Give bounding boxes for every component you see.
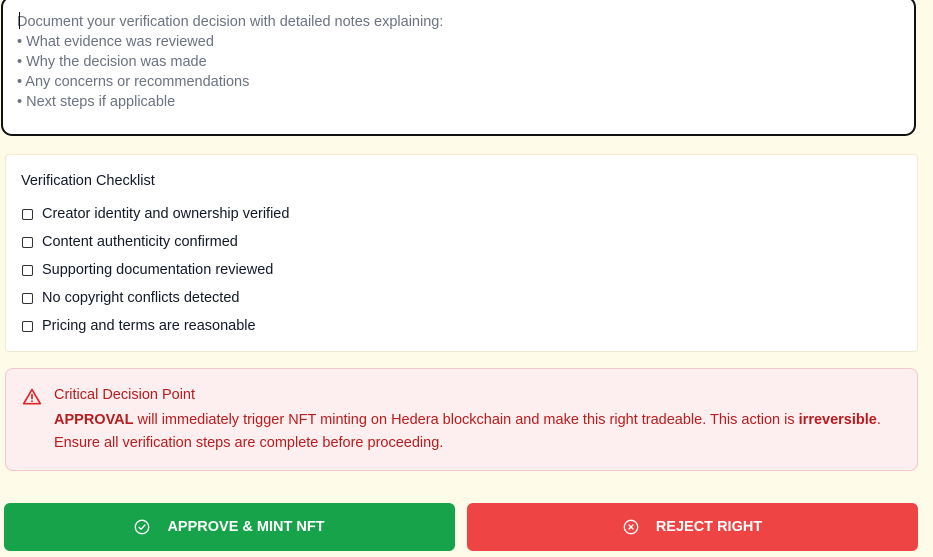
checklist-item-copyright[interactable]: No copyright conflicts detected xyxy=(22,290,239,306)
checklist-item-pricing[interactable]: Pricing and terms are reasonable xyxy=(22,318,256,334)
approve-mint-nft-button[interactable]: APPROVE & MINT NFT xyxy=(4,503,455,551)
approve-button-label: APPROVE & MINT NFT xyxy=(167,519,325,535)
verification-checklist: Verification Checklist Creator identity … xyxy=(5,154,918,352)
alert-text-part-1: will immediately trigger NFT minting on … xyxy=(133,412,799,428)
checkbox[interactable] xyxy=(22,320,33,332)
reject-button-label: REJECT RIGHT xyxy=(655,519,763,535)
critical-decision-alert: Critical Decision Point APPROVAL will im… xyxy=(5,368,918,471)
decision-notes-textarea[interactable] xyxy=(17,12,897,128)
text-cursor xyxy=(19,12,20,29)
x-circle-icon xyxy=(623,519,639,535)
check-circle-icon xyxy=(135,519,150,535)
checklist-item-authenticity[interactable]: Content authenticity confirmed xyxy=(22,234,238,250)
alert-title: Critical Decision Point xyxy=(54,387,196,403)
checklist-title: Verification Checklist xyxy=(21,173,155,189)
checklist-item-documentation[interactable]: Supporting documentation reviewed xyxy=(22,262,273,278)
checklist-item-label: Content authenticity confirmed xyxy=(42,234,238,250)
checklist-item-label: No copyright conflicts detected xyxy=(42,290,240,306)
alert-bold-irreversible: irreversible xyxy=(798,412,877,428)
checkbox[interactable] xyxy=(22,292,33,304)
alert-bold-approval: APPROVAL xyxy=(54,412,134,428)
alert-message: APPROVAL will immediately trigger NFT mi… xyxy=(54,409,909,455)
checklist-item-label: Creator identity and ownership verified xyxy=(42,206,290,222)
reject-right-button[interactable]: REJECT RIGHT xyxy=(467,503,918,551)
checklist-item-identity[interactable]: Creator identity and ownership verified xyxy=(22,206,289,222)
warning-triangle-icon xyxy=(22,388,42,405)
checkbox[interactable] xyxy=(22,264,33,276)
decision-notes-box[interactable] xyxy=(1,0,916,136)
checklist-item-label: Supporting documentation reviewed xyxy=(42,262,274,278)
checkbox[interactable] xyxy=(22,208,33,220)
checklist-item-label: Pricing and terms are reasonable xyxy=(42,318,256,334)
checkbox[interactable] xyxy=(22,236,33,248)
